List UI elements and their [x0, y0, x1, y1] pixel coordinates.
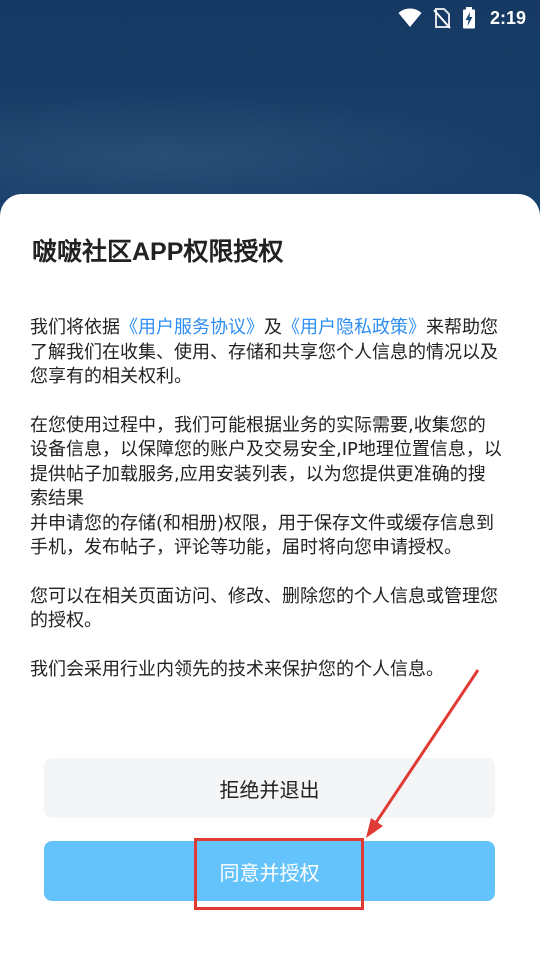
dialog-title: 啵啵社区APP权限授权 [32, 238, 284, 266]
user-service-agreement-link[interactable]: 《用户服务协议》 [120, 317, 264, 338]
status-bar: 2:19 [0, 0, 540, 36]
status-time: 2:19 [489, 7, 526, 28]
paragraph-agreements: 我们将依据《用户服务协议》及《用户隐私政策》来帮助您了解我们在收集、使用、存储和… [30, 316, 502, 390]
privacy-policy-link[interactable]: 《用户隐私政策》 [282, 317, 426, 338]
dialog-content: 我们将依据《用户服务协议》及《用户隐私政策》来帮助您了解我们在收集、使用、存储和… [30, 316, 502, 706]
agree-and-authorize-button[interactable]: 同意并授权 [44, 841, 495, 901]
background-image [0, 90, 540, 200]
paragraph-manage: 您可以在相关页面访问、修改、删除您的个人信息或管理您的授权。 [30, 585, 498, 632]
paragraph1-middle: 及 [264, 317, 282, 338]
paragraph-data-collection: 在您使用过程中，我们可能根据业务的实际需要,收集您的设备信息，以保障您的账户及交… [30, 414, 502, 561]
battery-charging-icon [462, 7, 476, 29]
paragraph-protection: 我们会采用行业内领先的技术来保护您的个人信息。 [30, 658, 444, 680]
reject-and-exit-button[interactable]: 拒绝并退出 [44, 758, 495, 818]
paragraph1-prefix: 我们将依据 [30, 317, 120, 338]
permission-dialog: 啵啵社区APP权限授权 我们将依据《用户服务协议》及《用户隐私政策》来帮助您了解… [0, 194, 540, 960]
no-sim-icon [432, 7, 452, 29]
paragraph2-line1: 在您使用过程中，我们可能根据业务的实际需要,收集您的设备信息，以保障您的账户及交… [30, 414, 502, 510]
paragraph2-line2: 并申请您的存储(和相册)权限，用于保存文件或缓存信息到手机，发布帖子，评论等功能… [30, 512, 495, 559]
wifi-icon [398, 8, 422, 28]
